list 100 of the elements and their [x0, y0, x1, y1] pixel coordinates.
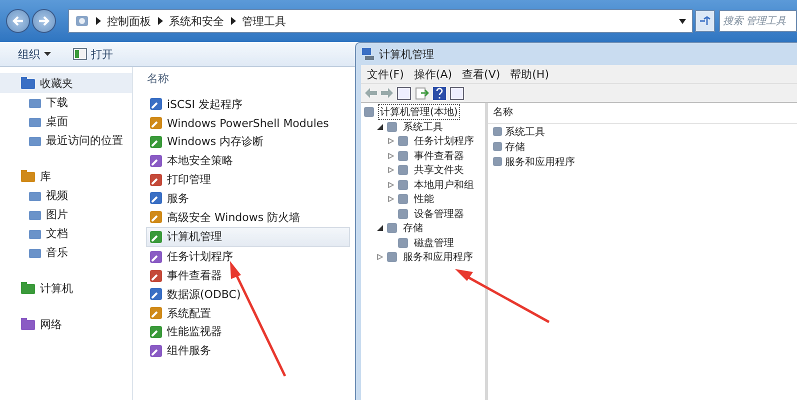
- chevron-icon: [157, 17, 163, 25]
- file-item[interactable]: 性能监视器: [147, 322, 349, 342]
- node-icon: [386, 251, 398, 264]
- chevron-icon: [230, 17, 236, 25]
- right-arrow-icon: [37, 14, 51, 28]
- column-header[interactable]: 名称: [147, 69, 169, 89]
- left-arrow-icon: [11, 14, 25, 28]
- file-item[interactable]: iSCSI 发起程序: [147, 95, 349, 114]
- tree-item[interactable]: 存储: [401, 220, 425, 236]
- file-item[interactable]: 任务计划程序: [147, 247, 349, 266]
- node-icon: [397, 236, 409, 249]
- node-icon: [492, 156, 503, 167]
- expand-toggle[interactable]: [376, 254, 383, 260]
- back-arrow-icon[interactable]: [365, 88, 377, 98]
- expand-icon: [388, 182, 394, 188]
- node-icon: [397, 150, 409, 162]
- node-icon: [397, 193, 409, 206]
- expand-icon: [388, 152, 394, 159]
- chevron-icon: [95, 17, 101, 25]
- window-title: 计算机管理: [379, 46, 434, 62]
- file-item[interactable]: 事件查看器: [147, 266, 349, 285]
- search-field[interactable]: 搜索 管理工具: [719, 10, 797, 32]
- tree-item[interactable]: 本地用户和组: [412, 176, 476, 193]
- node-icon: [492, 126, 503, 137]
- node-icon: [397, 208, 409, 220]
- file-item[interactable]: Windows PowerShell Modules: [147, 114, 349, 133]
- list-item[interactable]: 存储: [488, 139, 797, 154]
- nav-item[interactable]: 音乐: [0, 243, 132, 262]
- nav-item[interactable]: 计算机: [0, 278, 132, 298]
- dropdown-icon: [679, 18, 686, 24]
- node-icon: [397, 178, 409, 191]
- expand-toggle[interactable]: [376, 225, 383, 232]
- toolbar-button[interactable]: 打开: [69, 44, 117, 64]
- node-icon: [363, 106, 375, 118]
- menu-item[interactable]: 帮助(H): [510, 66, 549, 82]
- node-icon: [397, 164, 409, 176]
- breadcrumb-item[interactable]: 管理工具: [242, 14, 286, 28]
- nav-item[interactable]: 图片: [0, 205, 132, 224]
- toolbar-button[interactable]: 组织: [14, 44, 55, 64]
- expand-toggle[interactable]: [376, 124, 383, 130]
- expand-icon: [388, 196, 394, 202]
- expand-icon: [376, 254, 382, 260]
- export-icon[interactable]: [415, 86, 429, 100]
- address-bar[interactable]: 控制面板 系统和安全 管理工具: [68, 9, 693, 33]
- window-icon[interactable]: [450, 86, 464, 100]
- menu-item[interactable]: 操作(A): [414, 66, 452, 82]
- expand-toggle[interactable]: [387, 167, 394, 174]
- expand-icon: [388, 167, 394, 174]
- tree-item[interactable]: 共享文件夹: [412, 162, 466, 178]
- file-item[interactable]: Windows 内存诊断: [147, 132, 349, 152]
- expand-icon: [388, 138, 394, 144]
- file-item[interactable]: 高级安全 Windows 防火墙: [147, 208, 349, 227]
- collapse-icon: [376, 124, 382, 130]
- expand-toggle[interactable]: [387, 182, 394, 188]
- refresh-button[interactable]: [695, 10, 715, 32]
- breadcrumb-item[interactable]: 系统和安全: [169, 14, 224, 28]
- file-item[interactable]: 计算机管理: [146, 226, 350, 248]
- tree-item[interactable]: 计算机管理(本地): [378, 104, 460, 120]
- file-item[interactable]: 服务: [147, 188, 349, 208]
- tree-item[interactable]: 事件查看器: [412, 148, 466, 164]
- nav-item[interactable]: 库: [0, 166, 132, 186]
- window-icon: [73, 48, 87, 60]
- file-item[interactable]: 本地安全策略: [147, 151, 349, 170]
- window-icon[interactable]: [397, 86, 411, 100]
- collapse-icon: [376, 225, 382, 232]
- node-icon: [397, 135, 409, 148]
- tree-item[interactable]: 任务计划程序: [412, 133, 476, 150]
- tree-item[interactable]: 磁盘管理: [412, 234, 456, 251]
- node-icon: [386, 222, 398, 234]
- tree-item[interactable]: 设备管理器: [412, 206, 466, 222]
- nav-item[interactable]: 桌面: [0, 112, 132, 131]
- nav-item[interactable]: 视频: [0, 186, 132, 205]
- nav-item[interactable]: 网络: [0, 314, 132, 334]
- file-item[interactable]: 数据源(ODBC): [147, 284, 349, 304]
- tree-item[interactable]: 性能: [412, 191, 436, 208]
- tree-item[interactable]: 系统工具: [401, 118, 445, 135]
- breadcrumb-item[interactable]: 控制面板: [107, 14, 151, 28]
- file-item[interactable]: 组件服务: [147, 341, 349, 360]
- menu-item[interactable]: 文件(F): [367, 66, 404, 82]
- nav-item[interactable]: 下载: [0, 93, 132, 112]
- computer-icon: [361, 47, 375, 61]
- list-item[interactable]: 服务和应用程序: [488, 154, 797, 169]
- list-item[interactable]: 系统工具: [488, 124, 797, 139]
- file-item[interactable]: 打印管理: [147, 170, 349, 189]
- forward-button[interactable]: [32, 9, 56, 33]
- nav-item[interactable]: 最近访问的位置: [0, 131, 132, 150]
- nav-item[interactable]: 文档: [0, 224, 132, 243]
- nav-item[interactable]: 收藏夹: [0, 73, 132, 93]
- back-button[interactable]: [6, 9, 30, 33]
- tree-item[interactable]: 服务和应用程序: [401, 249, 475, 266]
- expand-toggle[interactable]: [387, 138, 394, 144]
- forward-arrow-icon[interactable]: [381, 88, 393, 98]
- expand-toggle[interactable]: [387, 152, 394, 159]
- menu-item[interactable]: 查看(V): [462, 66, 500, 82]
- node-icon: [386, 120, 398, 133]
- help-icon[interactable]: [433, 86, 446, 100]
- node-icon: [492, 141, 503, 152]
- expand-toggle[interactable]: [387, 196, 394, 202]
- file-item[interactable]: 系统配置: [147, 304, 349, 323]
- column-header[interactable]: 名称: [488, 103, 797, 124]
